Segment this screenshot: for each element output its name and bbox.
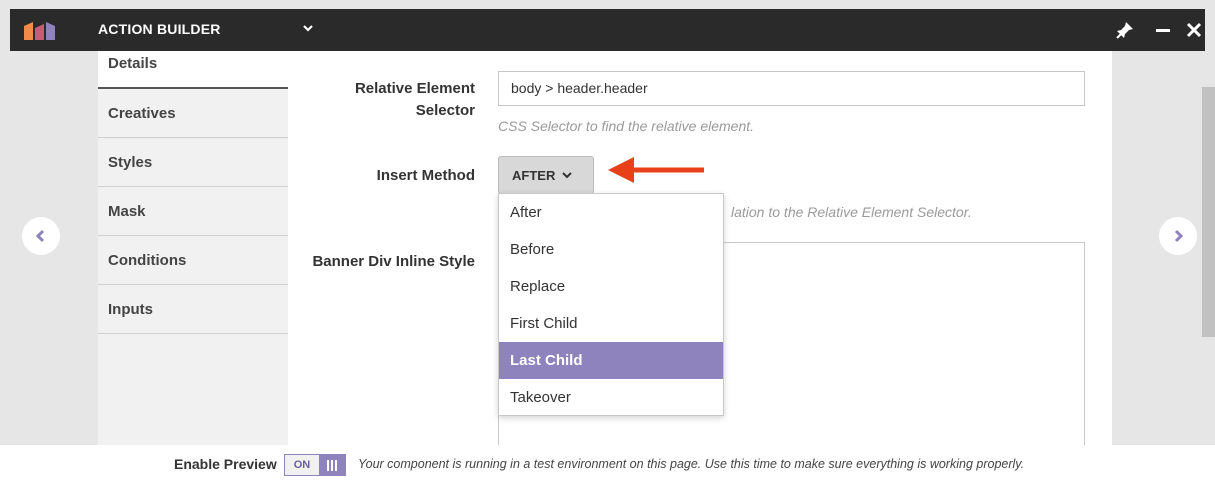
relative-selector-input[interactable]: body > header.header: [498, 71, 1085, 106]
sidebar-item-label: Styles: [108, 153, 153, 171]
dropdown-option-takeover[interactable]: Takeover: [499, 379, 723, 416]
insert-method-select[interactable]: AFTER: [498, 156, 594, 194]
preview-message: Your component is running in a test envi…: [358, 457, 1025, 471]
dropdown-option-last-child[interactable]: Last Child: [499, 342, 723, 379]
enable-preview-label: Enable Preview: [174, 456, 277, 472]
annotation-arrow-icon: [608, 157, 704, 183]
marketo-logo-icon: [24, 22, 55, 40]
title-bar: ACTION BUILDER: [10, 9, 1205, 51]
sidebar-item-label: Details: [108, 55, 158, 72]
minimize-icon[interactable]: [1156, 29, 1170, 32]
next-step-button[interactable]: [1159, 217, 1197, 255]
insert-method-value: AFTER: [512, 167, 556, 183]
insert-method-help: lation to the Relative Element Selector.: [731, 204, 972, 220]
chevron-right-icon: [1174, 229, 1184, 243]
sidebar-item-conditions[interactable]: Conditions: [98, 236, 288, 285]
dropdown-option-first-child[interactable]: First Child: [499, 305, 723, 342]
sidebar-item-mask[interactable]: Mask: [98, 187, 288, 236]
insert-method-label: Insert Method: [376, 167, 475, 184]
enable-preview-toggle[interactable]: ON: [284, 454, 346, 476]
sidebar-item-styles[interactable]: Styles: [98, 138, 288, 187]
sidebar-item-creatives[interactable]: Creatives: [98, 89, 288, 138]
preview-footer: Enable Preview ON Your component is runn…: [0, 445, 1215, 483]
relative-selector-help: CSS Selector to find the relative elemen…: [498, 118, 755, 134]
dropdown-option-replace[interactable]: Replace: [499, 268, 723, 305]
insert-method-dropdown: After Before Replace First Child Last Ch…: [498, 193, 724, 416]
sidebar-item-details[interactable]: Details: [98, 51, 288, 89]
sidebar-item-label: Conditions: [108, 251, 187, 269]
pin-icon[interactable]: [1116, 21, 1134, 39]
sidebar-item-label: Inputs: [108, 300, 153, 318]
sidebar-nav: Details Creatives Styles Mask Conditions…: [98, 51, 288, 445]
chevron-left-icon: [35, 229, 45, 243]
banner-style-label: Banner Div Inline Style: [312, 253, 475, 270]
toggle-on-label: ON: [285, 455, 319, 475]
sidebar-item-label: Creatives: [108, 104, 176, 122]
previous-step-button[interactable]: [22, 217, 60, 255]
sidebar-item-label: Mask: [108, 202, 146, 220]
sidebar-item-inputs[interactable]: Inputs: [98, 285, 288, 334]
toggle-handle: [319, 455, 345, 475]
chevron-down-icon: [562, 172, 573, 179]
chevron-down-icon[interactable]: [302, 22, 314, 34]
dropdown-option-before[interactable]: Before: [499, 231, 723, 268]
app-title: ACTION BUILDER: [98, 21, 221, 37]
relative-selector-label: Relative Element Selector: [354, 80, 475, 119]
scrollbar[interactable]: [1202, 87, 1215, 337]
close-icon[interactable]: [1186, 22, 1202, 38]
details-form: Relative Element Selector body > header.…: [288, 51, 1112, 452]
dropdown-option-after[interactable]: After: [499, 194, 723, 231]
